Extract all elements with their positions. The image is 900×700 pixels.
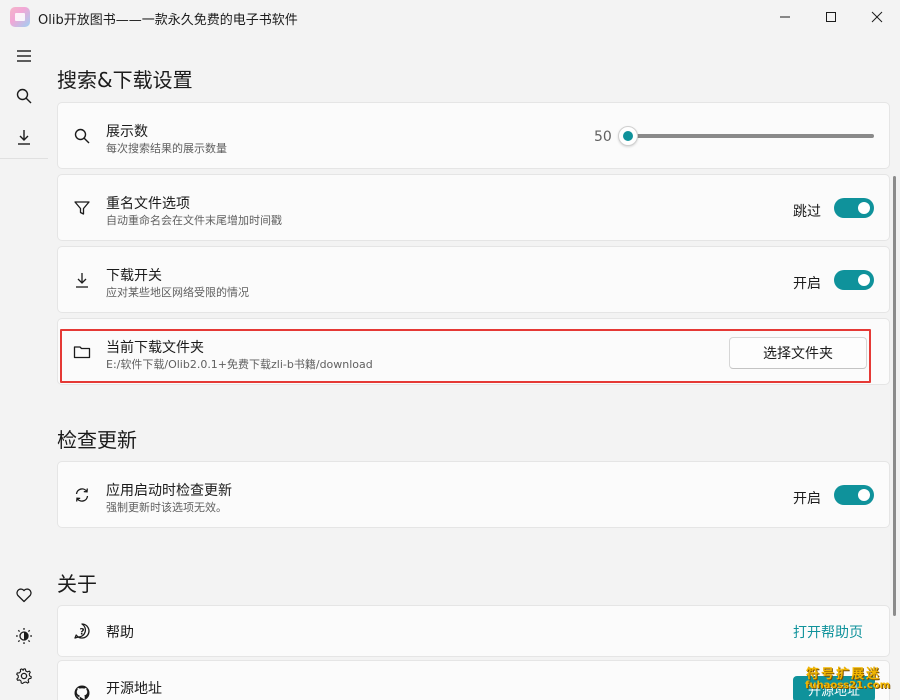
download-switch-state: 开启 <box>793 276 821 292</box>
card-check-updates: 应用启动时检查更新 强制更新时该选项无效。 开启 <box>57 461 890 528</box>
app-logo-icon <box>10 7 30 27</box>
download-switch-subtitle: 应对某些地区网络受限的情况 <box>106 286 249 299</box>
svg-text:?: ? <box>79 628 84 638</box>
filter-icon <box>72 198 92 218</box>
nav-theme-button[interactable] <box>8 620 40 652</box>
heart-icon <box>16 588 32 603</box>
display-count-slider-thumb[interactable] <box>618 126 638 146</box>
choose-folder-button[interactable]: 选择文件夹 <box>729 337 867 369</box>
help-chat-icon: ? <box>72 621 92 641</box>
check-updates-title: 应用启动时检查更新 <box>106 483 232 499</box>
gear-icon <box>16 668 32 685</box>
download-folder-path: E:/软件下载/Olib2.0.1+免费下载zli-b书籍/download <box>106 358 373 371</box>
check-updates-state: 开启 <box>793 491 821 507</box>
open-help-link[interactable]: 打开帮助页 <box>793 622 863 642</box>
download-switch-toggle[interactable] <box>834 270 874 290</box>
section-title-search-download: 搜索&下载设置 <box>57 68 193 92</box>
display-count-value: 50 <box>594 129 612 145</box>
rename-option-state: 跳过 <box>793 204 821 220</box>
minimize-icon <box>780 16 790 18</box>
nav-menu-button[interactable] <box>8 40 40 72</box>
maximize-button[interactable] <box>808 0 854 34</box>
folder-icon <box>72 342 92 362</box>
nav-download-button[interactable] <box>8 121 40 153</box>
section-title-updates: 检查更新 <box>57 428 137 452</box>
card-download-switch: 下载开关 应对某些地区网络受限的情况 开启 <box>57 246 890 313</box>
watermark-url: fuhaoss21.com <box>805 680 891 691</box>
close-button[interactable] <box>854 0 900 34</box>
download-icon <box>72 270 92 290</box>
help-title: 帮助 <box>106 625 134 641</box>
menu-icon <box>17 50 31 62</box>
download-icon <box>18 130 30 145</box>
nav-search-button[interactable] <box>8 80 40 112</box>
window-title: Olib开放图书——一款永久免费的电子书软件 <box>38 13 298 28</box>
rename-option-subtitle: 自动重命名会在文件末尾增加时间戳 <box>106 214 282 227</box>
settings-content: 搜索&下载设置 展示数 每次搜索结果的展示数量 50 重名文件选项 自动重命名会… <box>48 46 900 700</box>
section-title-about: 关于 <box>57 572 97 596</box>
card-download-folder: 当前下载文件夹 E:/软件下载/Olib2.0.1+免费下载zli-b书籍/do… <box>57 318 890 385</box>
github-icon <box>72 683 92 700</box>
check-updates-toggle[interactable] <box>834 485 874 505</box>
nav-settings-button[interactable] <box>8 660 40 692</box>
rename-option-title: 重名文件选项 <box>106 196 190 212</box>
search-icon <box>72 126 92 146</box>
card-source: 开源地址 <box>57 660 890 700</box>
content-scrollbar[interactable] <box>893 176 896 616</box>
title-bar: Olib开放图书——一款永久免费的电子书软件 <box>0 0 900 34</box>
display-count-subtitle: 每次搜索结果的展示数量 <box>106 142 227 155</box>
check-updates-subtitle: 强制更新时该选项无效。 <box>106 501 227 514</box>
card-help: ? 帮助 打开帮助页 <box>57 605 890 657</box>
download-switch-title: 下载开关 <box>106 268 162 284</box>
card-rename-option: 重名文件选项 自动重命名会在文件末尾增加时间戳 跳过 <box>57 174 890 241</box>
theme-icon <box>16 628 32 644</box>
rename-option-toggle[interactable] <box>834 198 874 218</box>
close-icon <box>871 11 883 23</box>
nav-separator <box>0 158 48 159</box>
card-display-count: 展示数 每次搜索结果的展示数量 50 <box>57 102 890 169</box>
download-folder-title: 当前下载文件夹 <box>106 340 204 356</box>
nav-favorites-button[interactable] <box>8 579 40 611</box>
maximize-icon <box>826 12 836 22</box>
search-icon <box>16 88 32 104</box>
minimize-button[interactable] <box>762 0 808 34</box>
source-title: 开源地址 <box>106 681 162 697</box>
display-count-slider-track[interactable] <box>623 134 874 138</box>
display-count-title: 展示数 <box>106 124 148 140</box>
sync-icon <box>72 485 92 505</box>
